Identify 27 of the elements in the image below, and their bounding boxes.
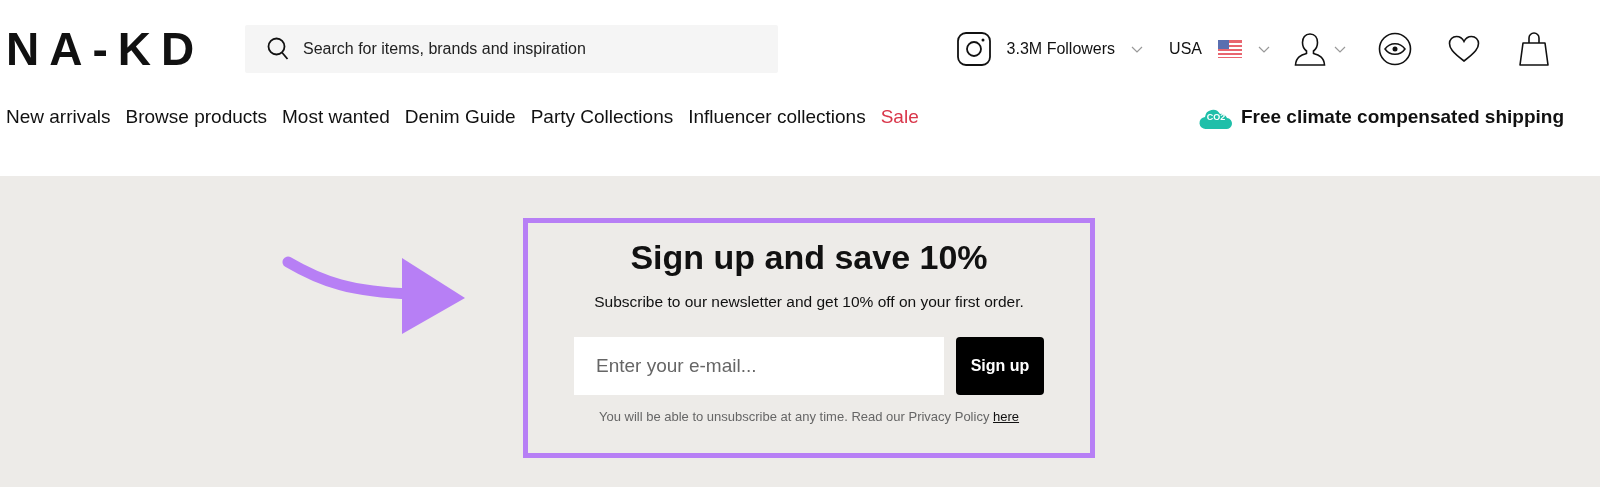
nav-link[interactable]: New arrivals <box>6 103 111 132</box>
shipping-text: Free climate compensated shipping <box>1240 105 1564 129</box>
nav-link[interactable]: Most wanted <box>282 103 390 132</box>
nav-link[interactable]: Browse products <box>125 103 268 132</box>
instagram-icon[interactable] <box>956 32 991 66</box>
newsletter-title: Sign up and save 10% <box>630 237 988 278</box>
privacy-link[interactable]: here <box>993 409 1020 425</box>
followers-count[interactable]: 3.3M Followers <box>1006 37 1116 61</box>
logo[interactable]: NA-KD <box>6 26 221 72</box>
nav-link[interactable]: Sale <box>880 103 919 132</box>
nav-link[interactable]: Influencer collections <box>688 103 866 132</box>
nav-link[interactable]: Denim Guide <box>404 103 516 132</box>
account-icon[interactable] <box>1294 32 1326 66</box>
chevron-down-icon[interactable] <box>1131 45 1144 53</box>
shopping-bag-icon[interactable] <box>1518 31 1550 67</box>
email-field[interactable]: Enter your e-mail... <box>574 337 944 396</box>
country-selector[interactable]: USA <box>1169 37 1202 61</box>
search-field[interactable]: Search for items, brands and inspiration <box>245 25 778 73</box>
eye-icon[interactable] <box>1378 32 1412 66</box>
newsletter-subtitle: Subscribe to our newsletter and get 10% off on your first order. <box>594 291 1024 312</box>
nav-link[interactable]: Party Collections <box>530 103 674 132</box>
heart-icon[interactable] <box>1448 35 1480 63</box>
flag-icon <box>1218 40 1242 58</box>
chevron-down-icon[interactable] <box>1258 45 1270 53</box>
privacy-note: You will be able to unsubscribe at any time. Read our Privacy Policy here <box>598 408 1020 427</box>
signup-button[interactable]: Sign up <box>956 337 1044 396</box>
chevron-down-icon[interactable] <box>1334 45 1346 53</box>
